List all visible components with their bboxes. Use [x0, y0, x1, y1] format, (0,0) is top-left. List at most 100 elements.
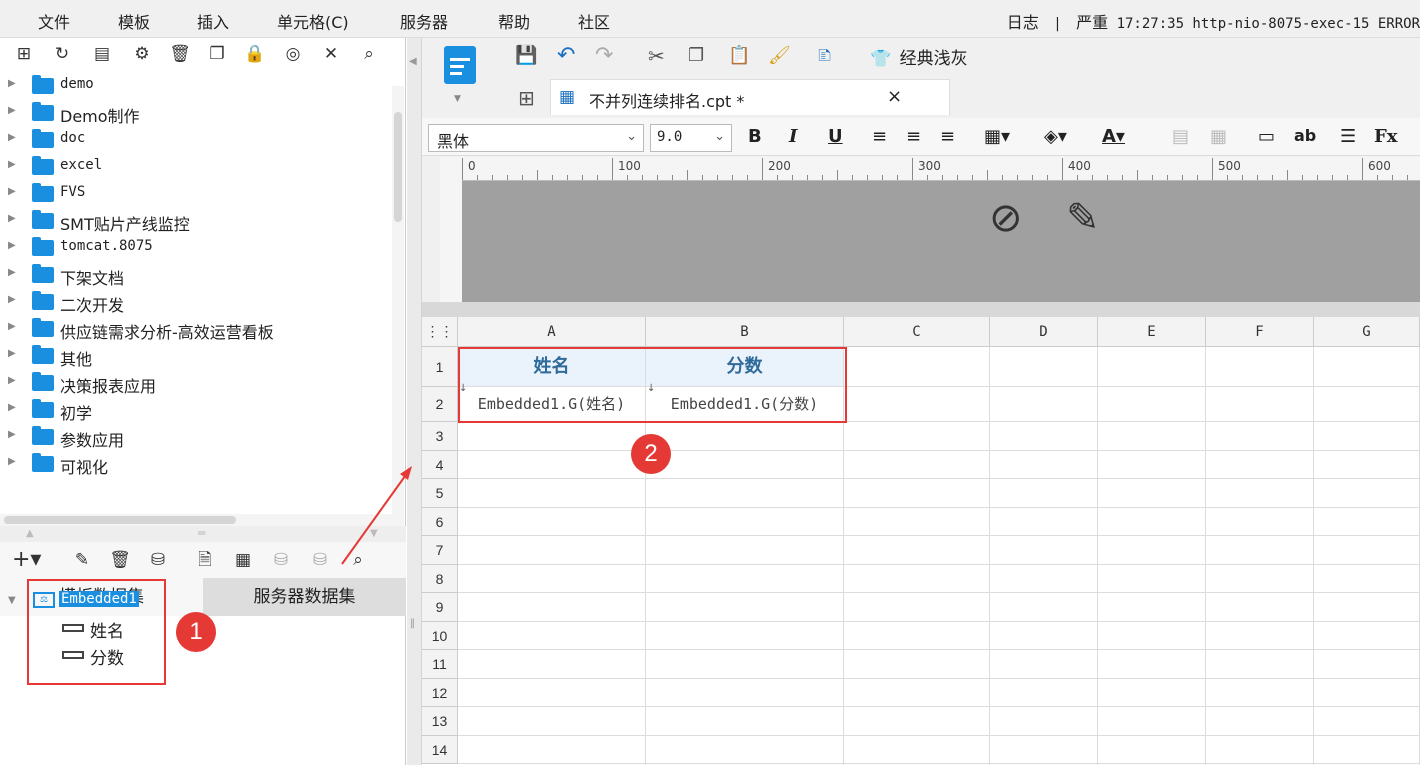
row-header[interactable]: 5	[422, 479, 458, 508]
column-header[interactable]: F	[1206, 317, 1314, 347]
row-header[interactable]: 11	[422, 650, 458, 679]
row-header[interactable]: 14	[422, 736, 458, 764]
refresh-icon[interactable]: ↻	[50, 42, 74, 66]
expand-arrow-icon[interactable]: ▶	[8, 375, 16, 386]
log-status[interactable]: 日志 | 严重 17:27:35 http-nio-8075-exec-15 E…	[1007, 9, 1420, 33]
edit-icon[interactable]: ✎	[70, 548, 94, 572]
locate-icon[interactable]: ◎	[281, 42, 305, 66]
menu-help[interactable]: 帮助	[498, 9, 530, 33]
close-tab-button[interactable]: ×	[887, 86, 902, 107]
menu-cell[interactable]: 单元格(C)	[277, 9, 349, 33]
merge-icon[interactable]: ▤	[1172, 126, 1189, 147]
text-icon[interactable]: 🗈	[818, 44, 831, 68]
font-color-icon[interactable]: A▾	[1102, 126, 1125, 147]
row-header[interactable]: 13	[422, 707, 458, 736]
delete-icon[interactable]: 🗑	[168, 42, 192, 66]
border-icon[interactable]: ▦▾	[984, 126, 1010, 147]
row-header[interactable]: 8	[422, 565, 458, 593]
dataset-add-icon[interactable]: ⛁	[269, 548, 293, 572]
new-folder-icon[interactable]: ⊞	[12, 42, 36, 66]
expand-arrow-icon[interactable]: ▶	[8, 105, 16, 116]
save-icon[interactable]: 💾	[515, 44, 537, 68]
tree-item[interactable]: ▶ SMT贴片产线监控	[0, 207, 392, 234]
align-right-icon[interactable]: ≡	[940, 126, 955, 147]
column-header[interactable]: G	[1314, 317, 1420, 347]
row-header[interactable]: 7	[422, 536, 458, 565]
tree-item[interactable]: ▶ 参数应用	[0, 423, 392, 450]
expand-arrow-icon[interactable]: ▶	[8, 348, 16, 359]
expand-arrow-icon[interactable]: ▶	[8, 456, 16, 467]
tree-item[interactable]: ▶ 二次开发	[0, 288, 392, 315]
collapse-arrow-icon[interactable]: ◀	[409, 56, 417, 67]
expand-arrow-icon[interactable]: ▶	[8, 267, 16, 278]
tree-item[interactable]: ▶ excel	[0, 153, 392, 180]
tree-item[interactable]: ▶ demo	[0, 72, 392, 99]
paste-icon[interactable]: 📋	[728, 44, 750, 68]
format-painter-icon[interactable]: 🖌	[768, 44, 791, 68]
expand-arrow-icon[interactable]: ▶	[8, 429, 16, 440]
column-header[interactable]: E	[1098, 317, 1206, 347]
template-icon[interactable]: ▤	[90, 42, 114, 66]
tree-item[interactable]: ▶ tomcat.8075	[0, 234, 392, 261]
list-icon[interactable]: ☰	[1340, 126, 1356, 147]
column-header[interactable]: B	[646, 317, 844, 347]
file-tab[interactable]: ▦ 不并列连续排名.cpt * ×	[550, 79, 950, 115]
text-wrap-icon[interactable]: ab	[1294, 126, 1316, 145]
row-header[interactable]: 4	[422, 451, 458, 479]
tree-item[interactable]: ▶ 其他	[0, 342, 392, 369]
row-header[interactable]: 1	[422, 347, 458, 387]
menu-template[interactable]: 模板	[118, 9, 150, 33]
up-arrow-icon[interactable]: ▲	[26, 528, 34, 539]
select-all-corner[interactable]: ⋮⋮	[422, 317, 458, 347]
dropdown-arrow-icon[interactable]: ▼	[454, 94, 461, 104]
tree-item[interactable]: ▶ 决策报表应用	[0, 369, 392, 396]
hide-icon[interactable]: ⊘	[989, 195, 1023, 241]
redo-icon[interactable]: ↷	[595, 44, 613, 68]
underline-icon[interactable]: U	[828, 126, 843, 147]
row-header[interactable]: 6	[422, 508, 458, 536]
dataset-edit-icon[interactable]: ▦	[231, 548, 255, 572]
fill-color-icon[interactable]: ◈▾	[1044, 126, 1067, 147]
search-icon[interactable]: ⌕	[357, 42, 381, 66]
field-icon[interactable]: ▭	[1258, 126, 1275, 147]
row-header[interactable]: 2	[422, 387, 458, 422]
expand-arrow-icon[interactable]: ▶	[8, 294, 16, 305]
tree-item[interactable]: ▶ Demo制作	[0, 99, 392, 126]
style-button[interactable]: 👕 经典浅灰	[870, 44, 968, 70]
expand-arrow-icon[interactable]: ▶	[8, 321, 16, 332]
menu-server[interactable]: 服务器	[400, 9, 448, 33]
align-center-icon[interactable]: ≡	[906, 126, 921, 147]
undo-icon[interactable]: ↶	[557, 44, 575, 68]
expand-arrow-icon[interactable]: ▶	[8, 159, 16, 170]
font-select[interactable]: 黑体 ⌄	[428, 124, 644, 152]
delete-icon[interactable]: 🗑	[108, 548, 132, 572]
panel-collapse-bar[interactable]: ◀ ‖	[407, 38, 422, 765]
menu-community[interactable]: 社区	[578, 9, 610, 33]
font-size-select[interactable]: 9.0 ⌄	[650, 124, 732, 152]
align-left-icon[interactable]: ≡	[872, 126, 887, 147]
row-header[interactable]: 3	[422, 422, 458, 451]
lock-icon[interactable]: 🔒	[243, 42, 267, 66]
tree-item[interactable]: ▶ 下架文档	[0, 261, 392, 288]
log-label[interactable]: 日志	[1007, 13, 1039, 32]
template-button[interactable]: ▼	[440, 44, 480, 104]
expand-arrow-icon[interactable]: ▶	[8, 132, 16, 143]
copy-icon[interactable]: ❐	[205, 42, 229, 66]
copy-icon[interactable]: ❐	[688, 44, 704, 68]
row-header[interactable]: 12	[422, 679, 458, 707]
tree-item[interactable]: ▶ 初学	[0, 396, 392, 423]
column-header[interactable]: C	[844, 317, 990, 347]
preview-icon[interactable]: 🗎	[193, 548, 217, 572]
tree-item[interactable]: ▶ FVS	[0, 180, 392, 207]
collapse-icon[interactable]: ✕	[319, 42, 343, 66]
database-icon[interactable]: ⛁	[146, 548, 170, 572]
menu-insert[interactable]: 插入	[197, 9, 229, 33]
add-icon[interactable]: +▾	[12, 548, 41, 572]
edit-icon[interactable]: ✎	[1066, 195, 1100, 241]
expand-arrow-icon[interactable]: ▼	[8, 595, 16, 606]
row-header[interactable]: 9	[422, 593, 458, 622]
grid-icon[interactable]: ⊞	[518, 86, 535, 110]
tree-item[interactable]: ▶ doc	[0, 126, 392, 153]
menu-file[interactable]: 文件	[38, 9, 70, 33]
settings-icon[interactable]: ⚙	[130, 42, 154, 66]
